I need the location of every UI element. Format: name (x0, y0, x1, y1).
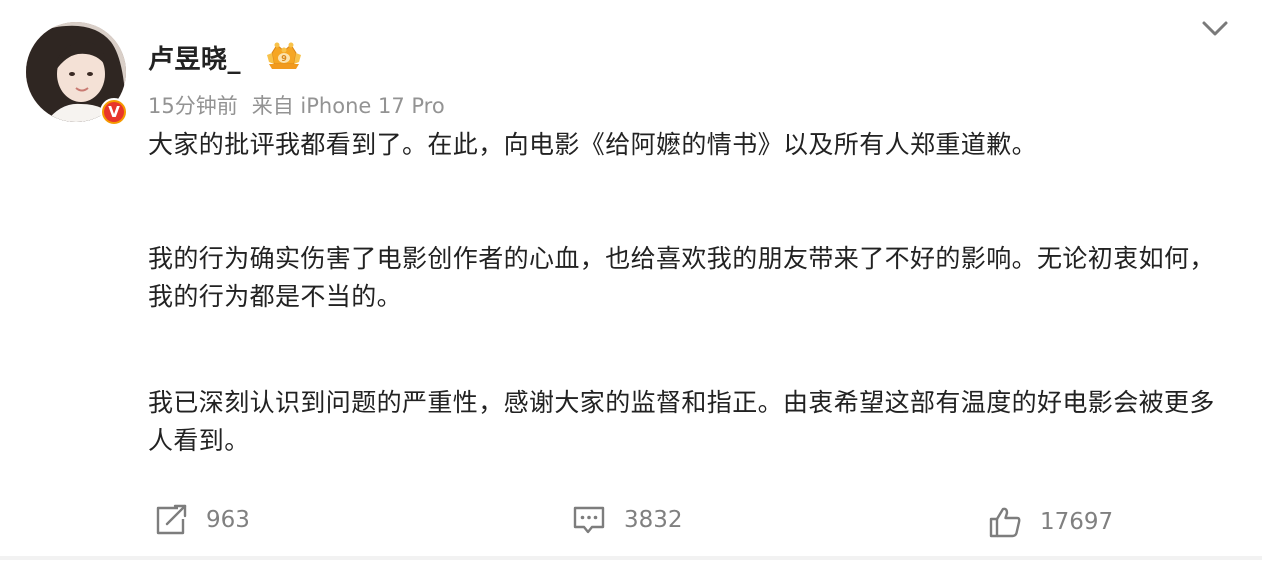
post-meta: 15分钟前 来自 iPhone 17 Pro (148, 90, 445, 120)
comment-icon (573, 506, 605, 534)
post-content: 大家的批评我都看到了。在此，向电影《给阿嬷的情书》以及所有人郑重道歉。 我的行为… (148, 126, 1223, 460)
verified-badge-icon: V (100, 98, 128, 126)
crown-badge-icon[interactable]: 9 (265, 40, 303, 72)
username[interactable]: 卢昱晓_ (148, 39, 241, 76)
action-bar: 963 3832 17697 (0, 498, 1262, 542)
post-paragraph: 我已深刻认识到问题的严重性，感谢大家的监督和指正。由衷希望这部有温度的好电影会被… (148, 388, 1215, 455)
comment-button[interactable]: 3832 (572, 498, 683, 542)
post-paragraph: 我的行为确实伤害了电影创作者的心血，也给喜欢我的朋友带来了不好的影响。无论初衷如… (148, 244, 1215, 311)
like-count: 17697 (1040, 509, 1114, 535)
repost-icon (156, 504, 187, 535)
post-time[interactable]: 15分钟前 (148, 94, 238, 118)
repost-count: 963 (206, 507, 250, 533)
like-button[interactable]: 17697 (988, 500, 1113, 544)
repost-button[interactable]: 963 (154, 498, 250, 542)
svg-text:9: 9 (281, 54, 287, 63)
comment-count: 3832 (624, 507, 683, 533)
post-paragraph: 大家的批评我都看到了。在此，向电影《给阿嬷的情书》以及所有人郑重道歉。 (148, 130, 1038, 159)
post-source: 来自 iPhone 17 Pro (251, 94, 445, 118)
weibo-post-card: V 卢昱晓_ 9 15分钟前 来自 iPhone 17 Pro 大家的批评我都看到… (0, 0, 1262, 560)
card-divider (0, 556, 1262, 560)
thumbs-up-icon (989, 507, 1021, 538)
chevron-down-icon[interactable] (1198, 14, 1232, 42)
